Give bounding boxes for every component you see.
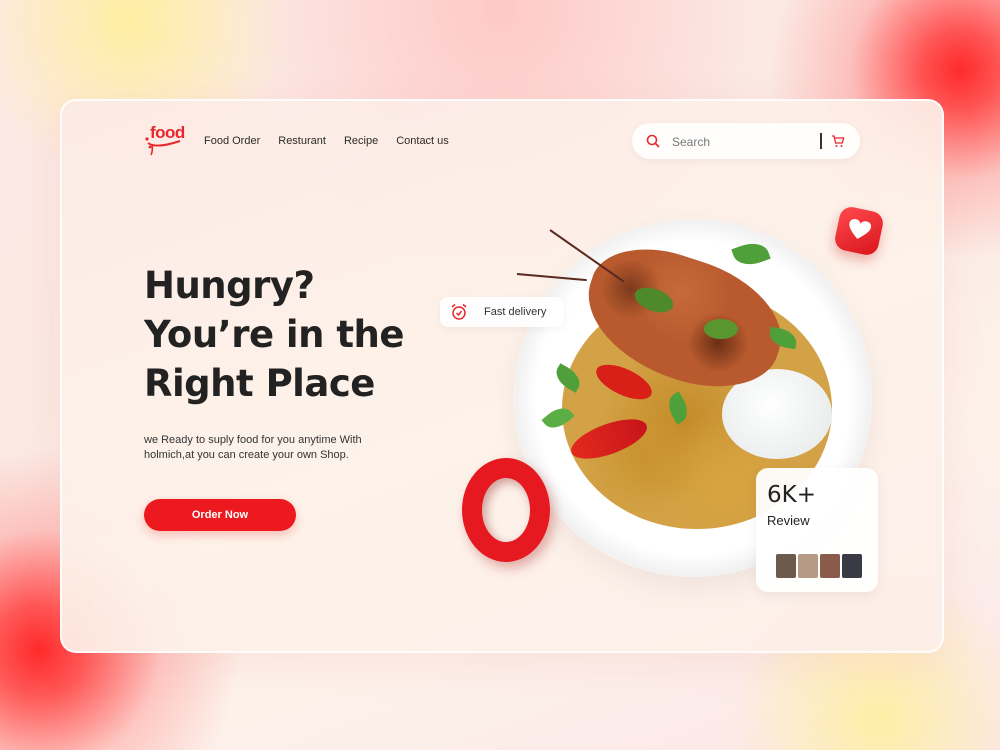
search-icon[interactable] [646, 134, 660, 148]
hero-headline: Hungry? You’re in the Right Place [144, 261, 444, 408]
hero-card: food Food Order Resturant Recipe Contact… [60, 99, 944, 653]
nav-item-food-order[interactable]: Food Order [204, 135, 260, 147]
nav-item-resturant[interactable]: Resturant [278, 135, 326, 147]
cart-icon[interactable] [831, 134, 845, 148]
logo[interactable]: food [144, 123, 185, 157]
hero-description: we Ready to suply food for you anytime W… [144, 434, 362, 461]
headline-line-2: You’re in the [144, 313, 404, 356]
red-ring-decoration [462, 458, 550, 562]
fast-delivery-label: Fast delivery [484, 306, 547, 318]
heart-icon [849, 218, 872, 239]
avatar [820, 554, 840, 578]
search-divider [820, 133, 822, 149]
review-label: Review [767, 513, 810, 528]
nav-item-contact-us[interactable]: Contact us [396, 135, 449, 147]
herb-leaf [731, 237, 771, 271]
fast-delivery-badge: Fast delivery [440, 297, 564, 327]
avatar [842, 554, 862, 578]
like-badge[interactable] [832, 204, 886, 258]
nav-item-recipe[interactable]: Recipe [344, 135, 378, 147]
alarm-clock-icon [451, 303, 467, 320]
review-count: 6K+ [767, 482, 816, 508]
review-card: 6K+ Review [756, 468, 878, 592]
avatar [776, 554, 796, 578]
headline-line-1: Hungry? [144, 264, 315, 307]
avatar [798, 554, 818, 578]
chutney [704, 319, 738, 339]
headline-line-3: Right Place [144, 362, 375, 405]
reviewer-avatars [776, 554, 862, 578]
search-input[interactable] [670, 131, 814, 153]
main-nav: Food Order Resturant Recipe Contact us [204, 135, 449, 147]
order-now-button[interactable]: Order Now [144, 499, 296, 531]
search-bar [632, 123, 860, 159]
